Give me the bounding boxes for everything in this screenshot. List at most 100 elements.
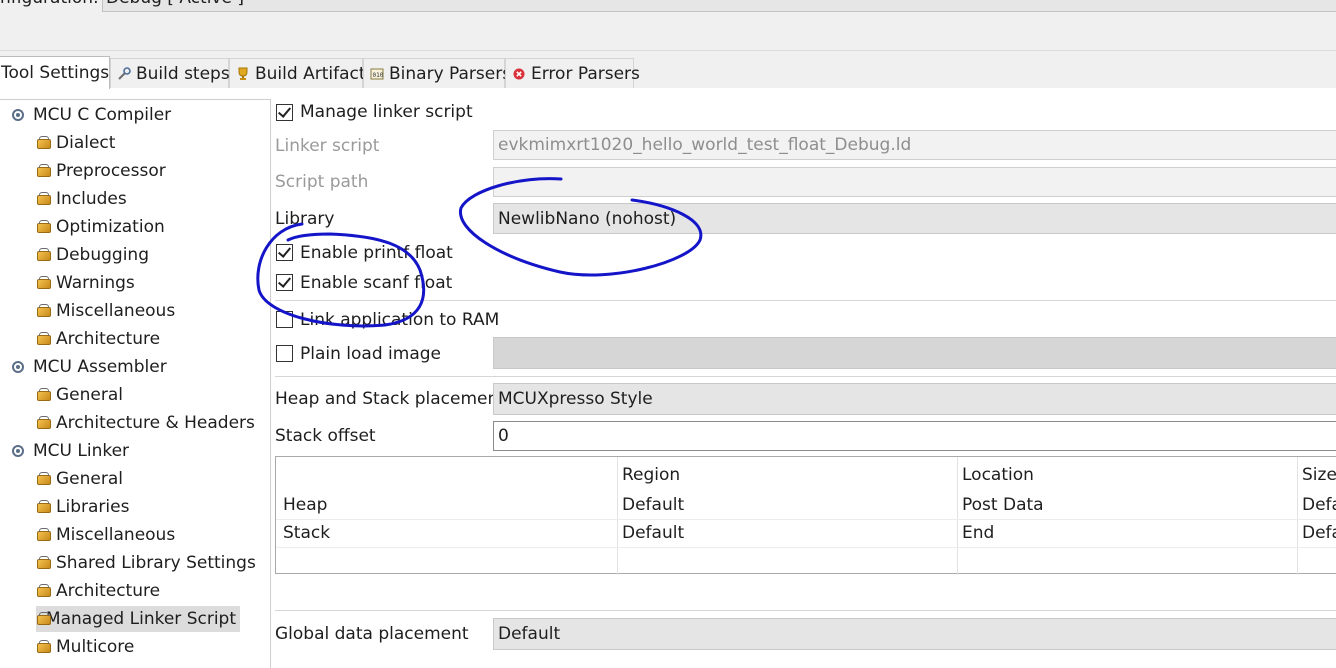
tree-item-label: Optimization <box>56 217 165 237</box>
plain-load-image-checkbox[interactable] <box>276 345 293 362</box>
table-cell: Post Data <box>962 495 1044 515</box>
linker-script-label: Linker script <box>275 136 380 156</box>
global-data-placement-label: Global data placement <box>275 624 469 644</box>
tree-item-general[interactable]: General <box>36 466 123 492</box>
tree-item-multicore[interactable]: Multicore <box>36 634 134 660</box>
tree-item-label: MCU C Compiler <box>33 105 172 125</box>
table-row[interactable]: Stack Default End Defa <box>276 520 1336 547</box>
trophy-icon <box>236 67 250 81</box>
tree-item-label: MCU Linker <box>33 441 130 461</box>
tree-item-label: Debugging <box>56 245 149 265</box>
settings-page-icon <box>36 499 52 515</box>
error-icon <box>512 67 526 81</box>
tree-item-warnings[interactable]: Warnings <box>36 270 135 296</box>
tab-binary-parsers[interactable]: 010 Binary Parsers <box>363 58 511 88</box>
svg-text:010: 010 <box>373 72 384 79</box>
tree-item-label: Dialect <box>56 133 116 153</box>
plain-load-image-field[interactable] <box>493 337 1336 369</box>
tree-item-preprocessor[interactable]: Preprocessor <box>36 158 166 184</box>
tree-item-shared-library-settings[interactable]: Shared Library Settings <box>36 550 256 576</box>
tree-item-mcu-assembler[interactable]: MCU Assembler <box>12 354 167 380</box>
tree-item-label: Preprocessor <box>56 161 166 181</box>
settings-page-icon <box>36 191 52 207</box>
separator <box>275 376 1336 377</box>
settings-page-icon <box>36 471 52 487</box>
table-cell: End <box>962 523 995 543</box>
separator <box>275 610 1336 611</box>
settings-page-icon <box>36 611 51 627</box>
stack-offset-value: 0 <box>498 426 509 446</box>
manage-linker-script-label: Manage linker script <box>300 102 473 122</box>
tree-item-libraries[interactable]: Libraries <box>36 494 129 520</box>
tree-item-dialect[interactable]: Dialect <box>36 130 115 156</box>
tab-build-artifact[interactable]: Build Artifact <box>229 58 366 88</box>
tree-item-label: Multicore <box>56 637 135 657</box>
settings-page-icon <box>36 135 52 151</box>
table-row[interactable]: Heap Default Post Data Defa <box>276 491 1336 519</box>
settings-page-icon <box>36 275 52 291</box>
tree-item-miscellaneous[interactable]: Miscellaneous <box>36 298 175 324</box>
linker-script-field[interactable]: evkmimxrt1020_hello_world_test_float_Deb… <box>493 130 1336 160</box>
separator <box>275 300 1336 301</box>
configuration-select[interactable] <box>102 0 1336 12</box>
settings-page-icon <box>36 527 52 543</box>
heap-stack-table: Region Location Size Heap Default Post D… <box>275 456 1336 575</box>
tool-gear-icon <box>12 109 24 121</box>
script-path-field[interactable] <box>493 167 1336 197</box>
settings-page-icon <box>36 415 52 431</box>
tree-item-includes[interactable]: Includes <box>36 186 127 212</box>
library-label: Library <box>275 209 335 229</box>
heap-stack-placement-select[interactable]: MCUXpresso Style <box>493 383 1336 415</box>
link-to-ram-checkbox[interactable] <box>276 311 293 328</box>
settings-page-icon <box>36 163 52 179</box>
tree-item-debugging[interactable]: Debugging <box>36 242 149 268</box>
tab-tool-settings[interactable]: Tool Settings <box>0 56 110 89</box>
tool-gear-icon <box>12 445 24 457</box>
table-cell: Defa <box>1302 495 1336 515</box>
table-cell: Default <box>622 495 685 515</box>
tree-item-label: Managed Linker Script <box>45 609 236 629</box>
stack-offset-label: Stack offset <box>275 426 376 446</box>
tree-item-architecture[interactable]: Architecture <box>36 326 160 352</box>
stack-offset-input[interactable]: 0 <box>493 421 1336 451</box>
manage-linker-script-checkbox[interactable] <box>276 104 293 121</box>
tree-item-miscellaneous[interactable]: Miscellaneous <box>36 522 175 548</box>
table-cell: Heap <box>283 495 328 515</box>
tree-item-mcu-linker[interactable]: MCU Linker <box>12 438 129 464</box>
enable-scanf-float-checkbox[interactable] <box>276 274 293 291</box>
settings-page-icon <box>36 555 52 571</box>
heap-stack-placement-value: MCUXpresso Style <box>498 389 653 409</box>
tree-item-label: Architecture <box>56 329 161 349</box>
table-cell: Stack <box>283 523 331 543</box>
global-data-placement-value: Default <box>498 624 561 644</box>
tree-item-architecture[interactable]: Architecture <box>36 578 160 604</box>
enable-printf-float-checkbox[interactable] <box>276 244 293 261</box>
configuration-label: nfiguration: <box>0 0 99 8</box>
tree-item-label: Architecture <box>56 581 161 601</box>
tab-label: Build steps <box>136 63 230 84</box>
link-to-ram-label: Link application to RAM <box>300 310 500 330</box>
tree-item-architecture-headers[interactable]: Architecture & Headers <box>36 410 255 436</box>
tab-label: Tool Settings <box>1 63 110 83</box>
plain-load-image-label: Plain load image <box>300 344 441 364</box>
tab-build-steps[interactable]: Build steps <box>110 58 230 88</box>
tree-item-label: General <box>56 469 123 489</box>
library-select[interactable]: NewlibNano (nohost) <box>493 203 1336 234</box>
tree-item-mcu-c-compiler[interactable]: MCU C Compiler <box>12 102 171 128</box>
column-header-size: Size <box>1302 465 1336 485</box>
linker-script-value: evkmimxrt1020_hello_world_test_float_Deb… <box>498 135 912 155</box>
tree-item-label: Miscellaneous <box>56 525 176 545</box>
table-cell: Default <box>622 523 685 543</box>
tab-error-parsers[interactable]: Error Parsers <box>505 58 640 88</box>
tree-item-label: General <box>56 385 123 405</box>
tree-item-managed-linker-script[interactable]: Managed Linker Script <box>36 606 240 632</box>
tree-item-label: Miscellaneous <box>56 301 176 321</box>
global-data-placement-select[interactable]: Default <box>493 618 1336 650</box>
tree-item-general[interactable]: General <box>36 382 123 408</box>
enable-scanf-float-label: Enable scanf float <box>300 273 453 293</box>
heap-stack-placement-label: Heap and Stack placement <box>275 389 505 409</box>
tree-item-optimization[interactable]: Optimization <box>36 214 165 240</box>
column-header-region: Region <box>622 465 681 485</box>
script-path-label: Script path <box>275 172 369 192</box>
table-cell: Defa <box>1302 523 1336 543</box>
